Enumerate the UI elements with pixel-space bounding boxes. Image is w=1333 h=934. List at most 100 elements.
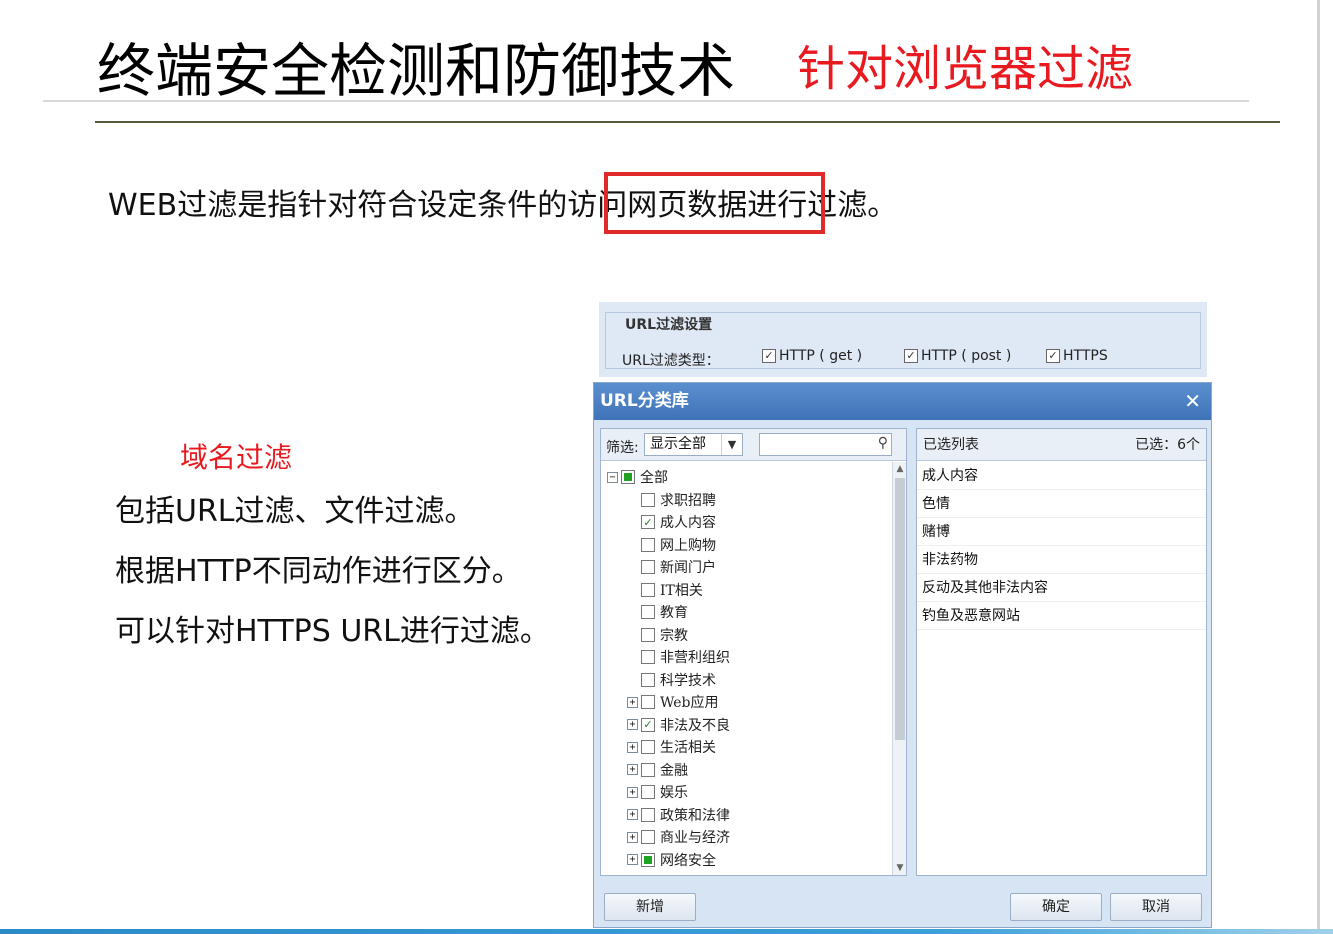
scrollbar-thumb[interactable] (895, 478, 905, 740)
tree-node[interactable]: + 网络安全 (627, 849, 716, 871)
collapse-icon[interactable]: − (607, 471, 618, 483)
checkbox-icon[interactable] (641, 627, 655, 642)
checkbox-icon[interactable] (641, 582, 655, 597)
tree-node-label: 网络安全 (660, 852, 716, 869)
slide-subtitle: 针对浏览器过滤 (797, 41, 1134, 97)
checkbox-partial-icon[interactable] (641, 852, 655, 867)
close-icon[interactable]: ✕ (1184, 388, 1201, 414)
tree-node[interactable]: + Web应用 (627, 691, 719, 713)
expand-icon[interactable]: + (627, 719, 638, 730)
dialog-title-bar: URL分类库 ✕ (594, 383, 1211, 420)
add-button[interactable]: 新增 (604, 893, 696, 921)
checkbox-icon[interactable] (641, 492, 655, 507)
checkbox-icon[interactable] (641, 560, 655, 574)
checkbox-icon[interactable] (641, 605, 655, 619)
tree-node-label: IT相关 (660, 582, 703, 599)
http-post-label: HTTP ( post ) (921, 348, 1012, 364)
bullet-item: 包括URL过滤、文件过滤。 (115, 494, 475, 529)
checkbox-icon[interactable] (641, 762, 655, 777)
tree-node[interactable]: 求职招聘 (627, 489, 716, 511)
expand-icon[interactable]: + (627, 741, 638, 753)
http-post-checkbox[interactable]: ✓ HTTP ( post ) (904, 348, 1011, 364)
selected-item[interactable]: 非法药物 (917, 546, 1206, 574)
tree-node[interactable]: + 生活相关 (627, 736, 716, 758)
expand-icon[interactable]: + (627, 854, 638, 865)
expand-icon[interactable]: + (627, 809, 638, 820)
tree-node[interactable]: + 娱乐 (627, 781, 688, 803)
selected-item[interactable]: 反动及其他非法内容 (917, 574, 1206, 602)
scroll-up-icon[interactable]: ▲ (893, 462, 907, 476)
checkbox-checked-icon[interactable]: ✓ (641, 717, 655, 732)
https-checkbox[interactable]: ✓ HTTPS (1046, 348, 1108, 364)
checkbox-icon[interactable] (641, 672, 655, 687)
bullet-item: 根据HTTP不同动作进行区分。 (115, 554, 522, 589)
bullet-item: 可以针对HTTPS URL进行过滤。 (115, 614, 550, 649)
checkbox-icon[interactable] (641, 695, 655, 709)
tree-node[interactable]: 网上购物 (627, 534, 716, 556)
scroll-down-icon[interactable]: ▼ (893, 861, 907, 875)
checkbox-icon[interactable] (641, 650, 655, 664)
filter-select-value: 显示全部 (650, 436, 706, 452)
selected-list-header: 已选列表 已选：6个 (917, 429, 1206, 461)
tree-node[interactable]: +软件升级 (627, 871, 716, 875)
expand-icon[interactable]: + (627, 786, 638, 798)
tree-node[interactable]: + 金融 (627, 759, 688, 781)
tree-node[interactable]: 宗教 (627, 624, 688, 646)
tree-node-label: 网上购物 (660, 537, 716, 554)
tree-node[interactable]: + 政策和法律 (627, 804, 730, 826)
tree-node[interactable]: IT相关 (627, 579, 703, 601)
tree-node-label: 生活相关 (660, 740, 716, 756)
bullet-list: 包括URL过滤、文件过滤。 根据HTTP不同动作进行区分。 可以针对HTTPS … (115, 482, 550, 662)
checkbox-icon[interactable] (641, 740, 655, 754)
tree-node[interactable]: 科学技术 (627, 669, 716, 691)
title-divider-light (43, 100, 1249, 102)
checkbox-checked-icon: ✓ (904, 349, 918, 363)
checkbox-checked-icon: ✓ (1046, 349, 1060, 363)
chevron-down-icon[interactable]: ▼ (721, 434, 742, 455)
selected-item[interactable]: 钓鱼及恶意网站 (917, 602, 1206, 630)
url-filter-fieldset: URL过滤设置 URL过滤类型： ✓ HTTP ( get ) ✓ HTTP (… (605, 312, 1201, 369)
category-tree: − 全部求职招聘 ✓ 成人内容网上购物新闻门户 IT相关教育宗教非营利组织科学技术 + We… (601, 462, 892, 875)
section-label: 域名过滤 (180, 441, 293, 474)
tree-node-label: 政策和法律 (660, 807, 730, 824)
selected-item[interactable]: 成人内容 (917, 462, 1206, 490)
tree-node[interactable]: + ✓ 非法及不良 (627, 714, 730, 736)
http-get-checkbox[interactable]: ✓ HTTP ( get ) (762, 348, 862, 364)
tree-node-label: 求职招聘 (660, 492, 716, 509)
cancel-button[interactable]: 取消 (1110, 893, 1202, 921)
tree-node-label: 教育 (660, 605, 688, 621)
tree-node[interactable]: 非营利组织 (627, 646, 730, 668)
selected-item[interactable]: 色情 (917, 490, 1206, 518)
slide-footer-bar (0, 929, 1333, 934)
tree-node[interactable]: + 商业与经济 (627, 826, 730, 848)
category-search-input[interactable]: ⚲ (759, 433, 892, 456)
tree-node[interactable]: 教育 (627, 601, 688, 623)
ok-button[interactable]: 确定 (1010, 893, 1102, 921)
tree-node-label: 商业与经济 (660, 830, 730, 846)
category-tree-pane: 筛选: 显示全部 ▼ ⚲ − 全部 求职招聘 ✓ 成人内容 网上购物 新闻门户 IT相关 教育宗… (600, 428, 907, 876)
selected-item[interactable]: 赌博 (917, 518, 1206, 546)
tree-node[interactable]: 新闻门户 (627, 556, 716, 578)
checkbox-icon[interactable] (641, 537, 655, 552)
tree-node-label: 非营利组织 (660, 650, 730, 666)
tree-node[interactable]: − 全部 (607, 466, 668, 488)
checkbox-checked-icon[interactable]: ✓ (641, 515, 655, 529)
tree-node-label: 科学技术 (660, 672, 716, 689)
tree-node-label: Web应用 (660, 695, 719, 711)
expand-icon[interactable]: + (627, 764, 638, 775)
checkbox-icon[interactable] (641, 807, 655, 822)
tree-scrollbar[interactable]: ▲ ▼ (892, 462, 906, 875)
checkbox-icon[interactable] (641, 830, 655, 844)
expand-icon[interactable]: + (627, 696, 638, 708)
selected-list-title: 已选列表 (923, 437, 979, 453)
tree-node-label: 娱乐 (660, 785, 688, 801)
tree-node-label: 非法及不良 (660, 717, 730, 734)
expand-icon[interactable]: + (627, 831, 638, 843)
checkbox-icon[interactable] (641, 785, 655, 799)
tree-node-label: 全部 (640, 470, 668, 486)
filter-select[interactable]: 显示全部 ▼ (644, 433, 743, 456)
dialog-title: URL分类库 (600, 391, 689, 411)
search-icon[interactable]: ⚲ (878, 435, 888, 451)
checkbox-partial-icon[interactable] (621, 470, 635, 484)
tree-node[interactable]: ✓ 成人内容 (627, 511, 716, 533)
